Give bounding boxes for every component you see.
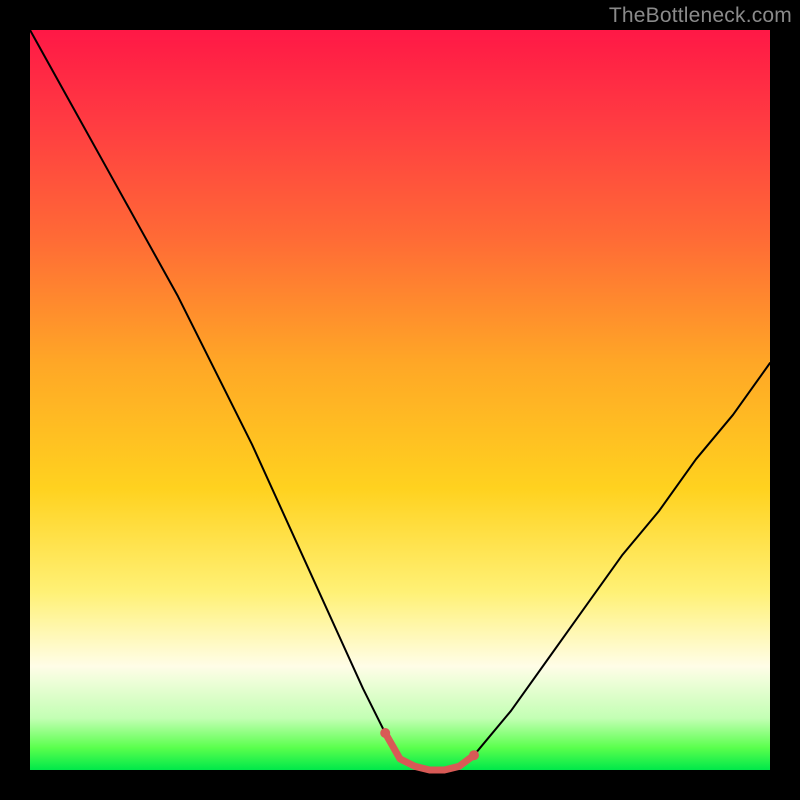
chart-frame: TheBottleneck.com: [0, 0, 800, 800]
flat-end-dot: [470, 751, 479, 760]
flat-segment: [385, 733, 474, 770]
watermark-text: TheBottleneck.com: [609, 4, 792, 28]
chart-svg: [30, 30, 770, 770]
curve-group: [30, 30, 770, 770]
bottleneck-curve: [30, 30, 770, 770]
plot-area: [30, 30, 770, 770]
flat-start-dot: [381, 729, 390, 738]
